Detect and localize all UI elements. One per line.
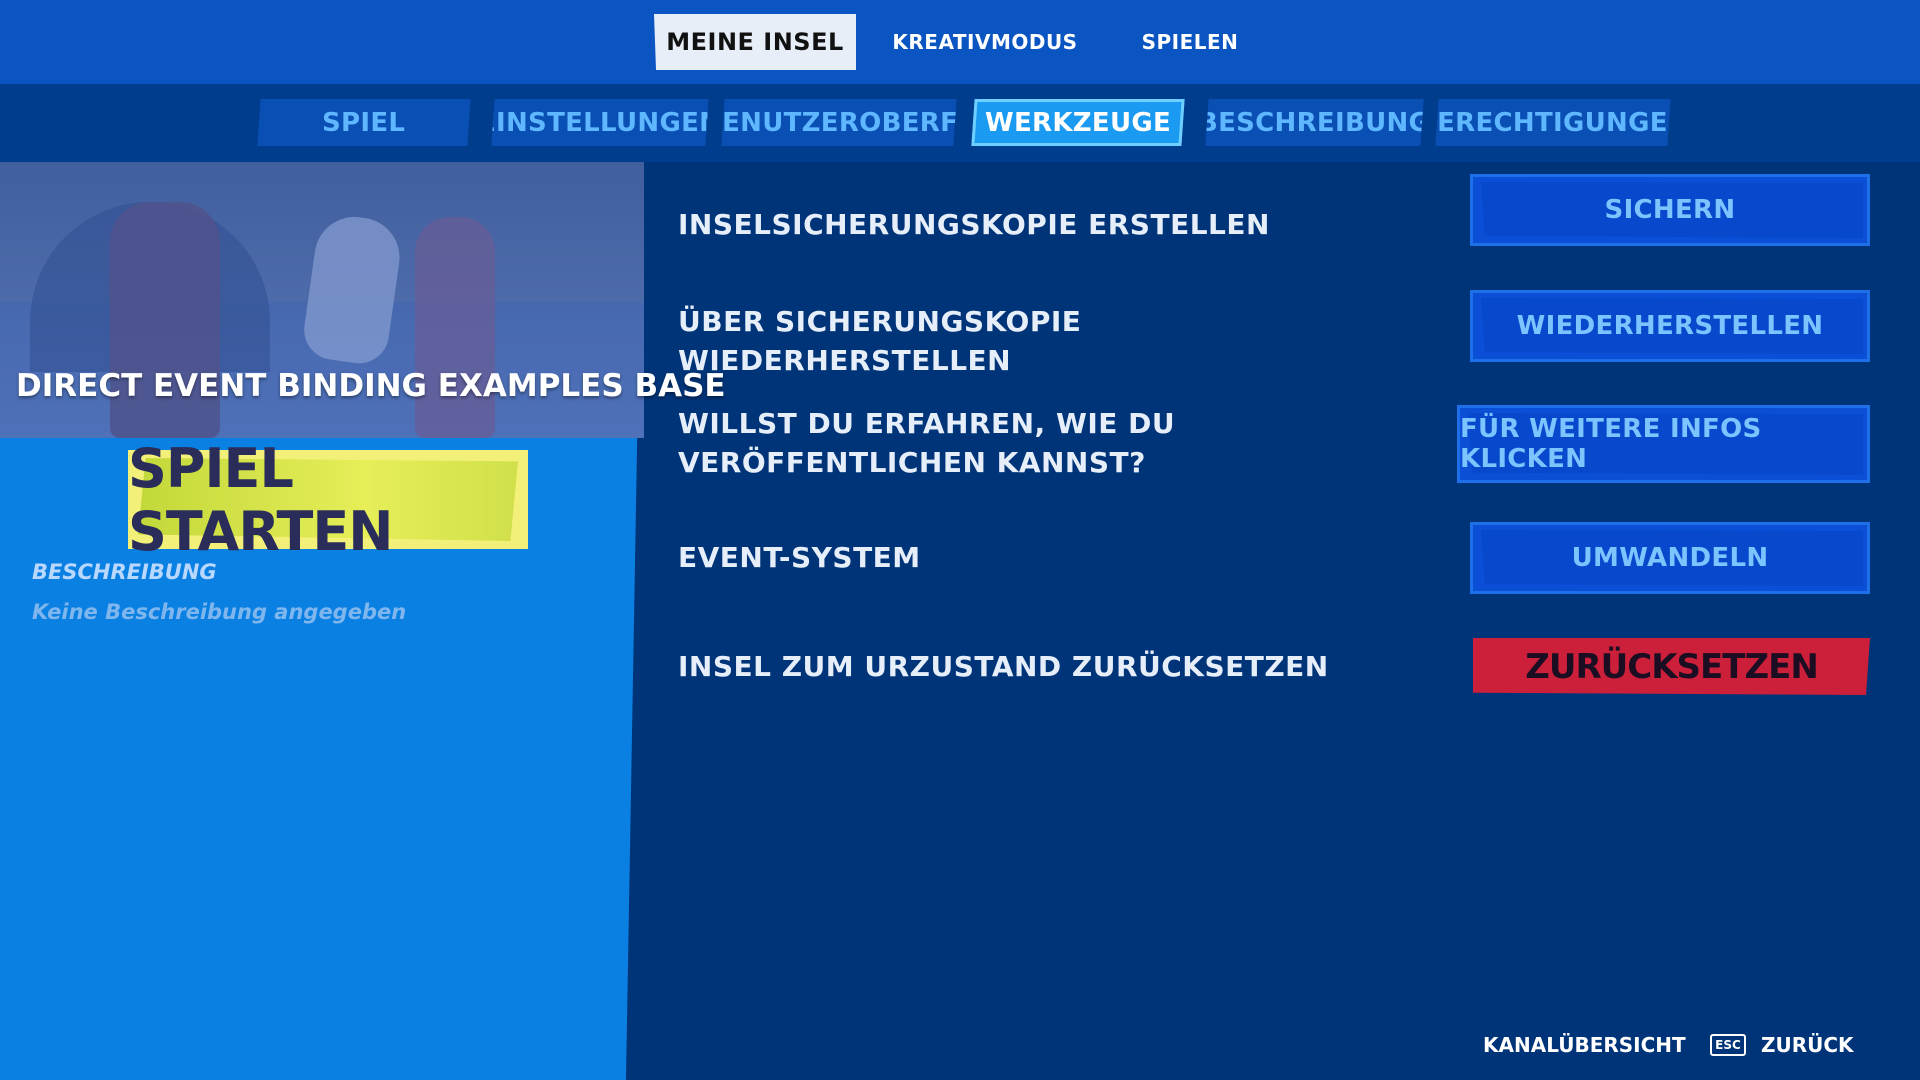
start-game-label: SPIEL STARTEN bbox=[128, 436, 393, 563]
reset-button[interactable]: ZURÜCKSETZEN bbox=[1473, 638, 1870, 695]
top-navigation-bar: MEINE INSEL KREATIVMODUS SPIELEN bbox=[0, 0, 1920, 84]
subtab-berechtigungen[interactable]: BERECHTIGUNGEN bbox=[1435, 99, 1671, 146]
tool-label-publish-info: WILLST DU ERFAHREN, WIE DU VERÖFFENTLICH… bbox=[678, 407, 1176, 479]
tab-meine-insel[interactable]: MEINE INSEL bbox=[654, 14, 856, 70]
convert-button[interactable]: UMWANDELN bbox=[1470, 522, 1870, 594]
esc-key-icon: ESC bbox=[1710, 1034, 1746, 1056]
tool-label-event-system: EVENT-SYSTEM bbox=[678, 541, 921, 574]
description-text: Keine Beschreibung angegeben bbox=[32, 600, 407, 624]
tool-label-restore: ÜBER SICHERUNGSKOPIE WIEDERHERSTELLEN bbox=[678, 305, 1082, 377]
tool-label-reset-island: INSEL ZUM URZUSTAND ZURÜCKSETZEN bbox=[678, 650, 1329, 683]
subtab-werkzeuge[interactable]: WERKZEUGE bbox=[971, 99, 1185, 146]
channel-overview-button[interactable]: KANALÜBERSICHT bbox=[1483, 1033, 1686, 1057]
back-button[interactable]: ZURÜCK bbox=[1761, 1033, 1854, 1057]
description-label: BESCHREIBUNG bbox=[32, 560, 217, 584]
start-game-button[interactable]: SPIEL STARTEN bbox=[128, 437, 528, 563]
tab-spielen[interactable]: SPIELEN bbox=[1110, 14, 1270, 70]
tab-kreativmodus[interactable]: KREATIVMODUS bbox=[885, 14, 1085, 70]
tool-label-backup: INSELSICHERUNGSKOPIE ERSTELLEN bbox=[678, 208, 1270, 241]
island-title: DIRECT EVENT BINDING EXAMPLES BASE bbox=[16, 368, 726, 404]
subtab-beschreibung[interactable]: BESCHREIBUNG bbox=[1205, 99, 1424, 146]
subtab-einstellungen[interactable]: EINSTELLUNGEN bbox=[491, 99, 709, 146]
subtab-spiel[interactable]: SPIEL bbox=[257, 99, 471, 146]
more-info-button[interactable]: FÜR WEITERE INFOS KLICKEN bbox=[1457, 405, 1870, 483]
restore-button[interactable]: WIEDERHERSTELLEN bbox=[1470, 290, 1870, 362]
backup-button[interactable]: SICHERN bbox=[1470, 174, 1870, 246]
sub-tab-bar: SPIEL EINSTELLUNGEN BENUTZEROBERFL WERKZ… bbox=[0, 84, 1920, 162]
subtab-benutzeroberflaeche[interactable]: BENUTZEROBERFL bbox=[721, 99, 957, 146]
